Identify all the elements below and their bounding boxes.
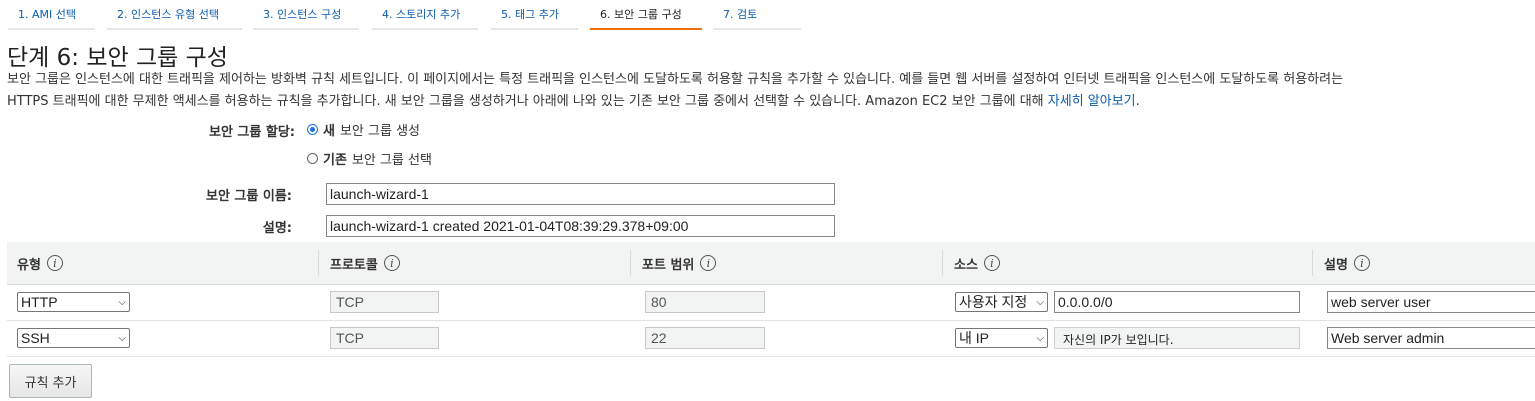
tab-security-group[interactable]: 6. 보안 그룹 구성 <box>590 0 702 30</box>
security-rules-table: 유형 i 프로토콜 i 포트 범위 i 소스 i 설명 i HTTP ⌵ TCP <box>7 242 1535 357</box>
port-range-field: 80 <box>645 291 765 313</box>
intro-period: . <box>1135 94 1140 109</box>
option-existing-text: 보안 그룹 선택 <box>351 153 432 168</box>
type-select[interactable]: HTTP ⌵ <box>17 292 130 312</box>
option-new-bold: 새 <box>323 124 335 139</box>
protocol-field: TCP <box>330 291 439 313</box>
add-rule-button[interactable]: 규칙 추가 <box>9 364 92 398</box>
column-header-protocol: 프로토콜 i <box>320 242 620 284</box>
column-header-source: 소스 i <box>944 242 1244 284</box>
tab-review[interactable]: 7. 검토 <box>713 0 801 30</box>
intro-line-1: 보안 그룹은 인스턴스에 대한 트래픽을 제어하는 방화벽 규칙 세트입니다. … <box>7 72 1344 87</box>
radio-button-checked[interactable] <box>307 124 318 135</box>
description-input[interactable]: launch-wizard-1 created 2021-01-04T08:39… <box>326 215 835 237</box>
table-header: 유형 i 프로토콜 i 포트 범위 i 소스 i 설명 i <box>7 242 1535 285</box>
column-divider <box>942 250 943 276</box>
column-header-description: 설명 i <box>1314 242 1534 284</box>
type-select[interactable]: SSH ⌵ <box>17 328 130 348</box>
security-group-name-label: 보안 그룹 이름: <box>205 189 292 204</box>
column-divider <box>630 250 631 276</box>
table-row: SSH ⌵ TCP 22 내 IP ⌵ 자신의 IP가 보입니다. Web se… <box>7 320 1535 357</box>
column-title-port-range: 포트 범위 <box>642 257 695 273</box>
radio-new-security-group[interactable]: 새 보안 그룹 생성 <box>307 120 420 139</box>
info-icon[interactable]: i <box>700 255 717 271</box>
wizard-steps: 1. AMI 선택 2. 인스턴스 유형 선택 3. 인스턴스 구성 4. 스토… <box>0 0 1535 30</box>
chevron-down-icon: ⌵ <box>118 332 126 344</box>
source-select-value: 사용자 지정 <box>959 294 1028 310</box>
info-icon[interactable]: i <box>383 255 400 271</box>
source-ip-note: 자신의 IP가 보입니다. <box>1054 327 1300 349</box>
learn-more-link[interactable]: 자세히 알아보기 <box>1048 94 1136 109</box>
table-row: HTTP ⌵ TCP 80 사용자 지정 ⌵ 0.0.0.0/0 web ser… <box>7 284 1535 321</box>
chevron-down-icon: ⌵ <box>1036 296 1044 308</box>
column-title-protocol: 프로토콜 <box>330 257 378 273</box>
type-select-value: SSH <box>21 330 50 346</box>
type-select-value: HTTP <box>21 294 58 310</box>
info-icon[interactable]: i <box>1353 255 1370 271</box>
page-title: 단계 6: 보안 그룹 구성 <box>7 45 228 71</box>
tab-tags[interactable]: 5. 태그 추가 <box>491 0 578 30</box>
tab-instance-type[interactable]: 2. 인스턴스 유형 선택 <box>107 0 242 30</box>
assign-security-group-label: 보안 그룹 할당: <box>208 125 295 140</box>
source-select[interactable]: 사용자 지정 ⌵ <box>955 292 1048 312</box>
option-new-text: 보안 그룹 생성 <box>339 124 420 139</box>
source-cidr-input[interactable]: 0.0.0.0/0 <box>1054 291 1300 313</box>
tab-storage[interactable]: 4. 스토리지 추가 <box>372 0 478 30</box>
protocol-field: TCP <box>330 327 439 349</box>
rule-description-input[interactable]: Web server admin <box>1327 327 1535 349</box>
rule-description-input[interactable]: web server user <box>1327 291 1535 313</box>
tab-instance-config[interactable]: 3. 인스턴스 구성 <box>253 0 359 30</box>
column-title-source: 소스 <box>954 257 978 273</box>
column-header-port-range: 포트 범위 i <box>632 242 932 284</box>
chevron-down-icon: ⌵ <box>118 296 126 308</box>
radio-existing-security-group[interactable]: 기존 보안 그룹 선택 <box>307 149 432 168</box>
intro-text: 보안 그룹은 인스턴스에 대한 트래픽을 제어하는 방화벽 규칙 세트입니다. … <box>7 69 1535 113</box>
option-existing-bold: 기존 <box>323 153 347 168</box>
port-range-field: 22 <box>645 327 765 349</box>
intro-line-2-text: HTTPS 트래픽에 대한 무제한 액세스를 허용하는 규칙을 추가합니다. 새… <box>7 94 1048 109</box>
column-divider <box>1312 250 1313 276</box>
chevron-down-icon: ⌵ <box>1036 332 1044 344</box>
security-group-name-input[interactable]: launch-wizard-1 <box>326 183 835 205</box>
source-select[interactable]: 내 IP ⌵ <box>955 328 1048 348</box>
column-divider <box>318 250 319 276</box>
column-title-type: 유형 <box>17 257 41 273</box>
info-icon[interactable]: i <box>983 255 1000 271</box>
description-label: 설명: <box>262 221 292 236</box>
column-title-description: 설명 <box>1324 257 1348 273</box>
tab-ami[interactable]: 1. AMI 선택 <box>8 0 95 30</box>
source-select-value: 내 IP <box>959 330 989 346</box>
column-header-type: 유형 i <box>7 242 307 284</box>
info-icon[interactable]: i <box>46 255 63 271</box>
radio-button-unchecked[interactable] <box>307 153 318 164</box>
intro-line-2: HTTPS 트래픽에 대한 무제한 액세스를 허용하는 규칙을 추가합니다. 새… <box>7 91 1535 113</box>
